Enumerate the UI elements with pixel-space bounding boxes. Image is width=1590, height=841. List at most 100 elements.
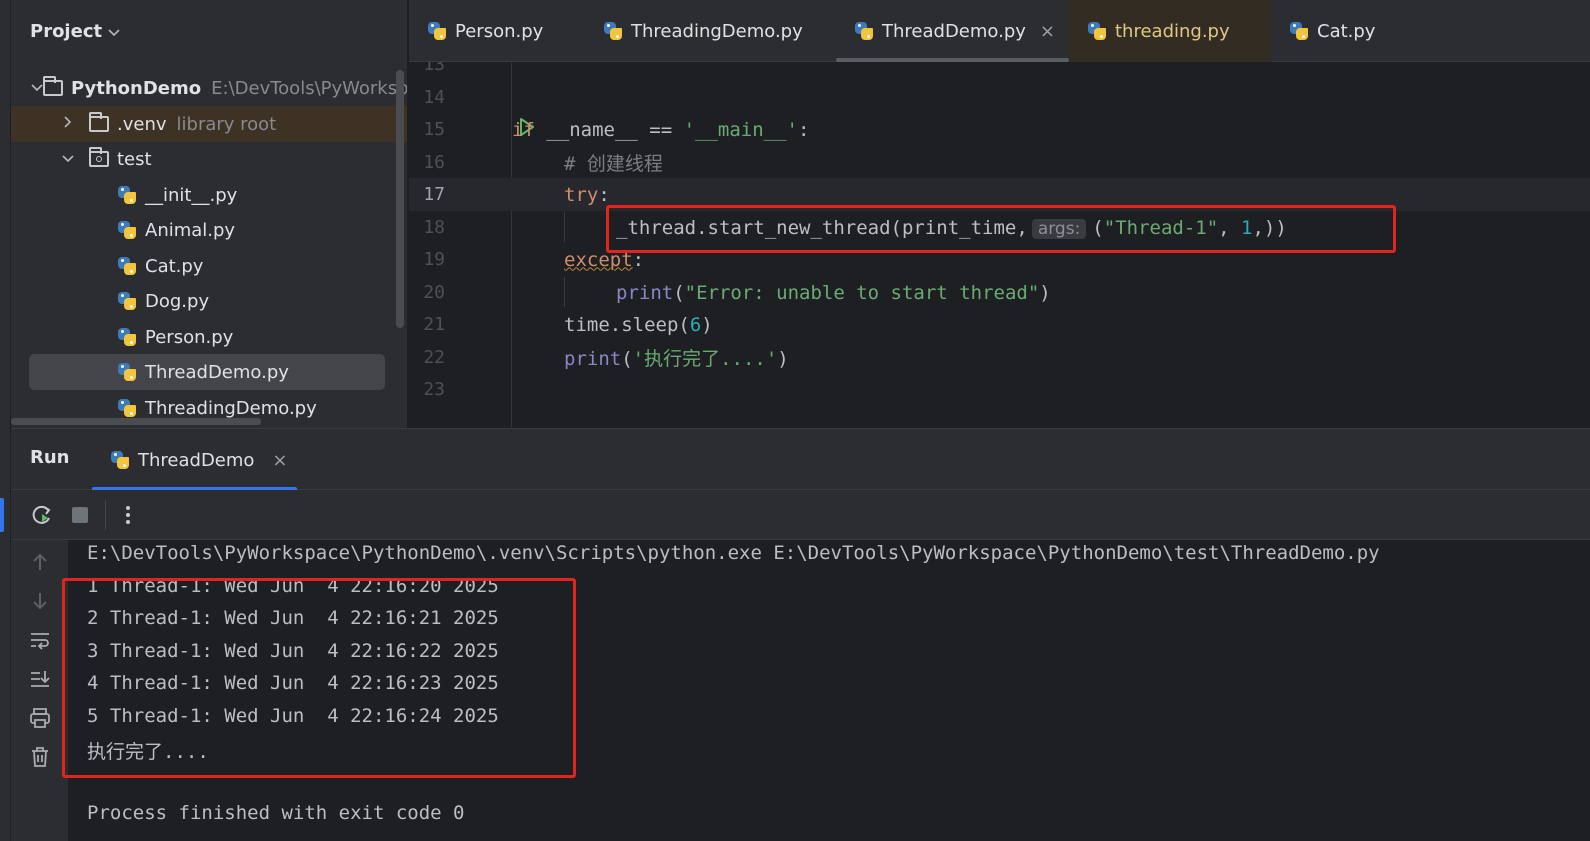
code-text: print('执行完了....') bbox=[564, 348, 789, 370]
line-number: 23 bbox=[423, 379, 445, 400]
chevron-down-icon[interactable] bbox=[59, 151, 77, 167]
tree-item-file[interactable]: Cat.py bbox=[11, 248, 407, 284]
python-file-icon bbox=[1289, 21, 1309, 41]
tab-cat[interactable]: Cat.py bbox=[1271, 0, 1431, 62]
soft-wrap-icon[interactable] bbox=[27, 627, 53, 653]
tree-item-file[interactable]: Animal.py bbox=[11, 212, 407, 248]
folder-icon bbox=[89, 112, 109, 132]
rerun-icon[interactable] bbox=[29, 502, 55, 528]
code-line: 23 bbox=[409, 373, 1590, 406]
python-file-icon bbox=[117, 398, 137, 418]
indent-guide bbox=[564, 212, 565, 242]
code-line: 20 print("Error: unable to start thread"… bbox=[409, 276, 1590, 309]
chevron-right-icon[interactable] bbox=[59, 116, 77, 132]
code-line: 16 # 创建线程 bbox=[409, 146, 1590, 179]
tree-item-test[interactable]: test bbox=[11, 141, 407, 177]
line-number: 15 bbox=[423, 119, 445, 140]
tab-label: Person.py bbox=[455, 20, 544, 42]
tree-item-file[interactable]: Person.py bbox=[11, 319, 407, 355]
code-text: if __name__ == '__main__': bbox=[512, 118, 810, 141]
run-title: Run bbox=[30, 447, 70, 468]
print-icon[interactable] bbox=[27, 705, 53, 731]
tab-run-threaddemo[interactable]: ThreadDemo × bbox=[92, 429, 297, 491]
package-folder-icon bbox=[89, 147, 109, 167]
python-file-icon bbox=[1087, 21, 1107, 41]
file-name: __init__.py bbox=[145, 184, 238, 206]
python-file-icon bbox=[117, 256, 137, 276]
test-folder-name: test bbox=[117, 148, 152, 170]
line-number: 16 bbox=[423, 152, 445, 173]
tree-item-venv[interactable]: .venv library root bbox=[11, 106, 407, 142]
file-name: Dog.py bbox=[145, 290, 210, 312]
project-panel: Project PythonDemo E:\DevTools\PyWorksp … bbox=[11, 0, 407, 428]
file-name: ThreadDemo.py bbox=[145, 361, 289, 383]
python-file-icon bbox=[117, 185, 137, 205]
python-file-icon bbox=[117, 327, 137, 347]
tool-window-strip bbox=[0, 0, 11, 841]
active-tool-indicator bbox=[0, 498, 4, 532]
chevron-down-icon[interactable] bbox=[108, 22, 120, 41]
trash-icon[interactable] bbox=[27, 744, 53, 770]
code-text: print("Error: unable to start thread") bbox=[616, 281, 1051, 304]
line-number: 14 bbox=[423, 87, 445, 108]
project-header[interactable]: Project bbox=[11, 0, 407, 62]
console-side-toolbar bbox=[11, 540, 68, 841]
highlight-box-code bbox=[606, 205, 1396, 253]
tab-label: ThreadingDemo.py bbox=[631, 20, 803, 42]
project-root-path: E:\DevTools\PyWorksp bbox=[211, 77, 407, 99]
line-number: 19 bbox=[423, 249, 445, 270]
code-text: # 创建线程 bbox=[564, 153, 663, 175]
chevron-down-icon[interactable] bbox=[31, 80, 43, 96]
console-command-line: E:\DevTools\PyWorkspace\PythonDemo\.venv… bbox=[87, 542, 1380, 564]
run-tab-label: ThreadDemo bbox=[138, 449, 255, 471]
python-file-icon bbox=[427, 21, 447, 41]
indent-guide bbox=[564, 277, 565, 307]
run-toolbar bbox=[11, 490, 1590, 540]
line-number: 21 bbox=[423, 314, 445, 335]
python-file-icon bbox=[603, 21, 623, 41]
console-output[interactable]: E:\DevTools\PyWorkspace\PythonDemo\.venv… bbox=[62, 540, 1590, 841]
arrow-down-icon[interactable] bbox=[27, 588, 53, 614]
tab-label: threading.py bbox=[1115, 20, 1230, 42]
tree-item-project-root[interactable]: PythonDemo E:\DevTools\PyWorksp bbox=[11, 70, 407, 106]
code-line: 22 print('执行完了....') bbox=[409, 341, 1590, 374]
scroll-to-end-icon[interactable] bbox=[27, 666, 53, 692]
stop-icon[interactable] bbox=[67, 502, 93, 528]
code-line: 13 bbox=[409, 62, 1590, 81]
tree-item-file[interactable]: Dog.py bbox=[11, 283, 407, 319]
vertical-scrollbar[interactable] bbox=[396, 70, 404, 328]
file-name: ThreadingDemo.py bbox=[145, 397, 317, 419]
editor-tab-bar: Person.py ThreadingDemo.py ThreadDemo.py… bbox=[409, 0, 1590, 62]
code-line: 21 time.sleep(6) bbox=[409, 308, 1590, 341]
line-number: 17 bbox=[423, 184, 445, 205]
close-icon[interactable]: × bbox=[1040, 21, 1055, 42]
line-number: 18 bbox=[423, 217, 445, 238]
close-icon[interactable]: × bbox=[272, 450, 287, 471]
line-number: 20 bbox=[423, 282, 445, 303]
python-file-icon bbox=[117, 291, 137, 311]
highlight-box-output bbox=[62, 578, 576, 778]
code-line: 15 if __name__ == '__main__': bbox=[409, 113, 1590, 146]
more-options-icon[interactable] bbox=[115, 502, 141, 528]
horizontal-scrollbar[interactable] bbox=[11, 418, 261, 425]
tab-person[interactable]: Person.py bbox=[409, 0, 585, 62]
run-panel-header: Run ThreadDemo × bbox=[11, 428, 1590, 491]
tab-threaddemo[interactable]: ThreadDemo.py × bbox=[836, 0, 1069, 62]
python-file-icon bbox=[117, 220, 137, 240]
line-number: 22 bbox=[423, 347, 445, 368]
arrow-up-icon[interactable] bbox=[27, 549, 53, 575]
code-text: try: bbox=[564, 183, 610, 206]
python-file-icon bbox=[110, 450, 130, 470]
project-root-name: PythonDemo bbox=[71, 77, 202, 99]
code-text: time.sleep(6) bbox=[564, 313, 713, 336]
console-finish-line: Process finished with exit code 0 bbox=[87, 802, 465, 824]
tab-threading[interactable]: threading.py bbox=[1069, 0, 1271, 62]
venv-note: library root bbox=[176, 113, 277, 135]
tree-item-file-selected[interactable]: ThreadDemo.py bbox=[29, 354, 385, 390]
code-line: 14 bbox=[409, 81, 1590, 114]
python-file-icon bbox=[854, 21, 874, 41]
line-number: 13 bbox=[423, 62, 445, 75]
tree-item-file[interactable]: __init__.py bbox=[11, 177, 407, 213]
tab-threadingdemo[interactable]: ThreadingDemo.py bbox=[585, 0, 836, 62]
code-editor[interactable]: 13 14 15 if __name__ == '__main__': 16 #… bbox=[409, 62, 1590, 428]
